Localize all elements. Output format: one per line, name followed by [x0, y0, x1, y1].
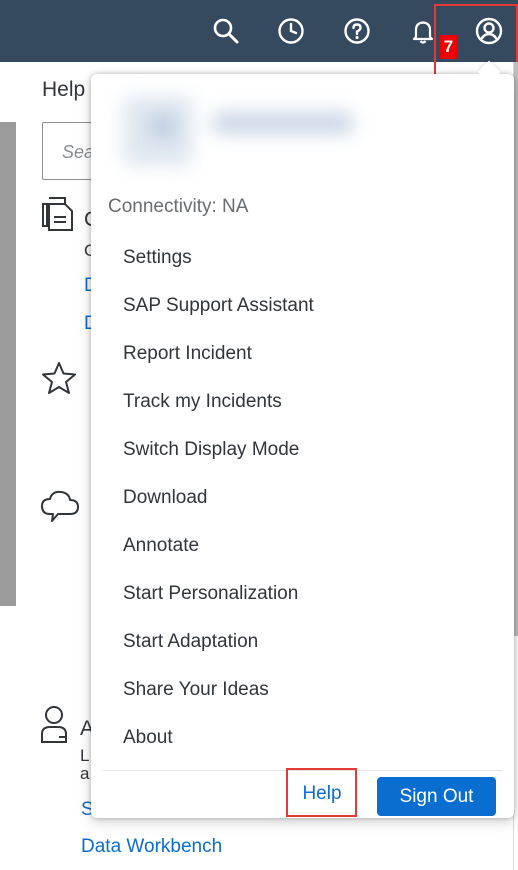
menu-item-annotate[interactable]: Annotate [91, 522, 514, 570]
highlight-box-profile [434, 4, 518, 84]
user-avatar-blurred [103, 82, 365, 170]
menu-item-start-adaptation[interactable]: Start Adaptation [91, 618, 514, 666]
menu-item-sap-support-assistant[interactable]: SAP Support Assistant [91, 282, 514, 330]
help-panel-title: Help [42, 78, 86, 101]
user-icon [40, 704, 72, 749]
section4-line1: L [80, 746, 90, 765]
help-icon[interactable] [340, 14, 374, 48]
section4-line2: a [80, 764, 90, 783]
star-icon [41, 360, 77, 401]
left-scroll-region [0, 122, 16, 606]
document-icon [41, 196, 75, 237]
menu-item-report-incident[interactable]: Report Incident [91, 330, 514, 378]
data-workbench-link[interactable]: Data Workbench [81, 836, 222, 858]
search-icon[interactable] [209, 14, 243, 48]
highlight-box-help [286, 768, 357, 817]
scrollbar[interactable] [514, 62, 518, 636]
search-placeholder: Sea [62, 142, 95, 162]
menu-item-about[interactable]: About [91, 714, 514, 762]
menu-item-track-incidents[interactable]: Track my Incidents [91, 378, 514, 426]
history-icon[interactable] [274, 14, 308, 48]
menu-item-settings[interactable]: Settings [91, 234, 514, 282]
cloud-chat-icon [40, 488, 80, 529]
menu-item-switch-display-mode[interactable]: Switch Display Mode [91, 426, 514, 474]
sign-out-button[interactable]: Sign Out [377, 777, 496, 816]
connectivity-status: Connectivity: NA [108, 196, 249, 217]
menu-item-download[interactable]: Download [91, 474, 514, 522]
menu-item-share-ideas[interactable]: Share Your Ideas [91, 666, 514, 714]
menu-item-start-personalization[interactable]: Start Personalization [91, 570, 514, 618]
